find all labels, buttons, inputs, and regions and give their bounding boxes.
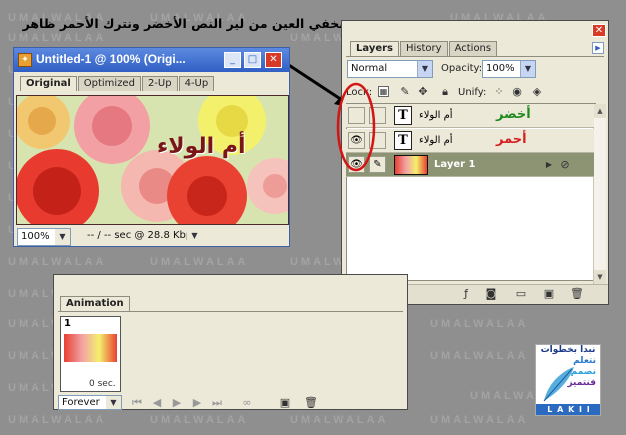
play-icon[interactable]: ▶ (170, 396, 184, 410)
delete-frame-icon[interactable]: 🗑︎ (304, 396, 318, 410)
frame-number: 1 (64, 318, 71, 329)
frame-delay[interactable]: 0 sec. (89, 379, 116, 389)
tab-animation[interactable]: Animation (60, 296, 130, 311)
loop-select[interactable]: Forever ▼ (58, 395, 122, 410)
frame-thumbnail (64, 334, 117, 362)
frame-1[interactable]: 1 0 sec. (60, 316, 121, 392)
tween-icon[interactable]: ∞ (240, 396, 254, 410)
logo: نبدأ بخطوات نتعلم نصمم فنتميز L A K I I (535, 344, 601, 416)
first-frame-icon[interactable]: ⏮︎ (130, 396, 144, 410)
prev-frame-icon[interactable]: ◀ (150, 396, 164, 410)
animation-panel: Animation 1 0 sec. Forever ▼ ⏮︎ ◀ ▶ ▶ ⏭︎ … (53, 274, 408, 410)
new-frame-icon[interactable]: ▣ (278, 396, 292, 410)
last-frame-icon[interactable]: ⏭︎ (210, 396, 224, 410)
feather-icon (543, 367, 574, 402)
next-frame-icon[interactable]: ▶ (190, 396, 204, 410)
